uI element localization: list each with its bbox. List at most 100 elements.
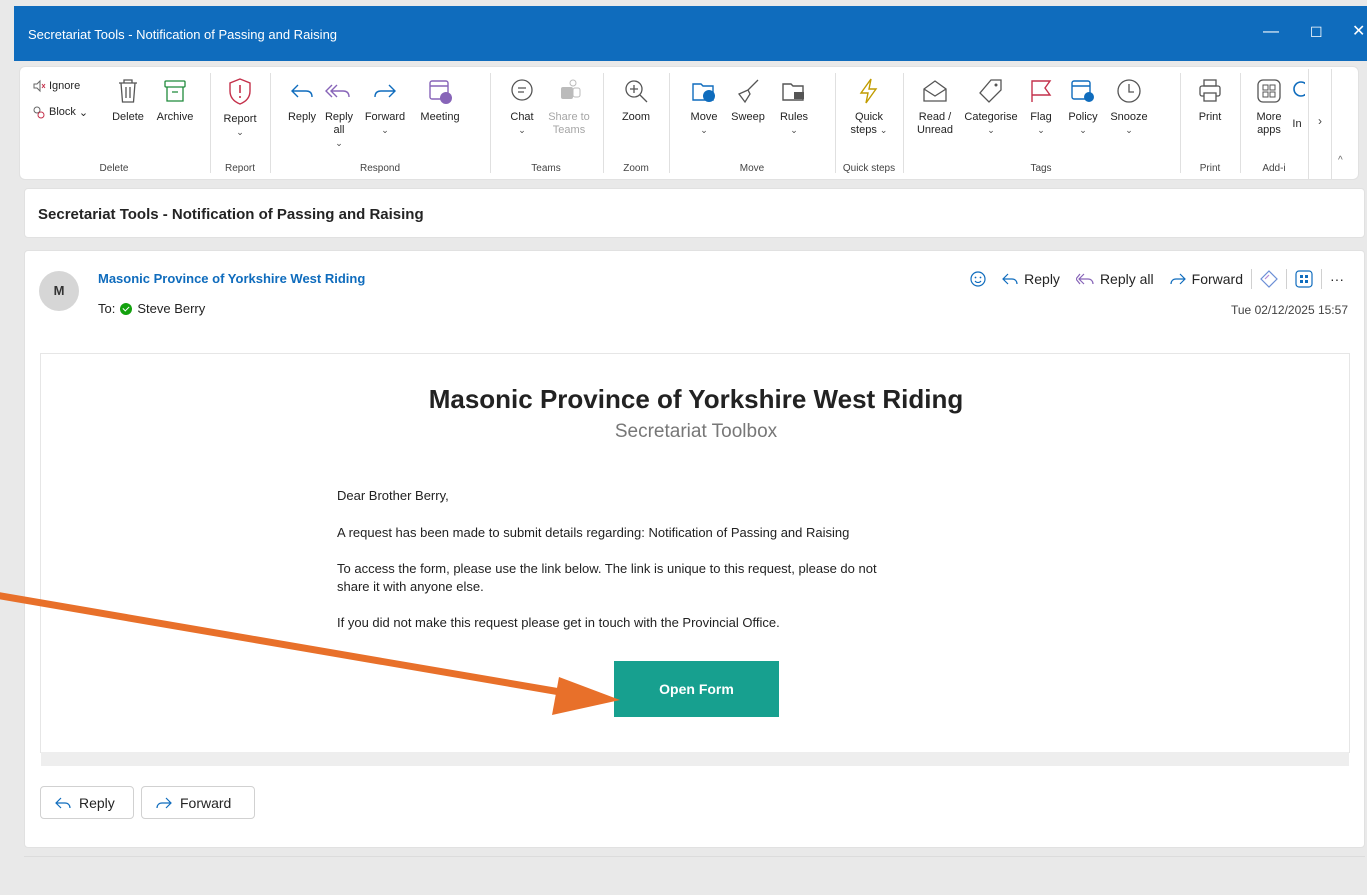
quick-steps-group: Quick steps ⌄ Quick steps [836, 67, 902, 179]
more-actions-button[interactable]: ··· [1322, 271, 1352, 287]
reading-pane: M Masonic Province of Yorkshire West Rid… [24, 250, 1365, 848]
folder-mail-icon [782, 83, 804, 101]
print-button[interactable]: Print [1191, 77, 1229, 124]
more-apps-button[interactable]: More apps [1251, 77, 1287, 137]
apps-grid-icon [1257, 79, 1281, 103]
shield-alert-icon [229, 78, 251, 105]
footer-reply-button[interactable]: Reply [40, 786, 134, 819]
diamond-icon [1260, 270, 1278, 288]
zoom-button[interactable]: Zoom [616, 77, 656, 124]
chevron-right-icon: › [1318, 114, 1322, 128]
printer-icon [1199, 79, 1221, 102]
delete-button[interactable]: Delete [108, 77, 148, 124]
copilot-button[interactable] [1252, 270, 1286, 288]
trash-icon [119, 79, 137, 103]
archive-button[interactable]: Archive [151, 77, 199, 124]
categorise-button[interactable]: Categorise ⌄ [960, 77, 1022, 137]
delete-group: Ignore Block ⌄ Delete Archive Delete [20, 67, 208, 179]
report-group: Report ⌄ Report [211, 67, 269, 179]
share-to-teams-button[interactable]: Share to Teams [543, 77, 595, 137]
emoji-reaction-button[interactable] [962, 271, 994, 287]
flag-icon [1031, 80, 1052, 102]
email-subheading: Secretariat Toolbox [614, 421, 778, 442]
chat-button[interactable]: Chat ⌄ [505, 77, 539, 137]
mute-icon [33, 79, 46, 93]
ribbon-toolbar: Ignore Block ⌄ Delete Archive Delete Rep… [19, 66, 1359, 180]
apps-grid-icon [1295, 270, 1313, 288]
folder-move-icon [692, 83, 715, 102]
envelope-open-icon [923, 80, 947, 102]
recipient-name[interactable]: Steve Berry [137, 301, 205, 316]
horizontal-scrollbar[interactable] [41, 752, 1349, 766]
reply-ribbon-button[interactable]: Reply [285, 77, 319, 124]
minimize-button[interactable]: — [1263, 23, 1279, 41]
chevron-up-icon: ^ [1338, 155, 1343, 166]
policy-icon [1071, 80, 1094, 102]
collapse-ribbon-button[interactable]: ^ [1338, 155, 1343, 166]
email-paragraph-3: If you did not make this request please … [337, 615, 780, 630]
ribbon-scroll-right[interactable]: › [1308, 69, 1332, 179]
title-bar: Secretariat Tools - Notification of Pass… [14, 6, 1367, 61]
apps-button[interactable] [1287, 270, 1321, 288]
message-date: Tue 02/12/2025 15:57 [1231, 303, 1348, 317]
forward-icon [1170, 273, 1186, 285]
teams-icon [561, 79, 581, 99]
footer-forward-button[interactable]: Forward [141, 786, 255, 819]
snooze-button[interactable]: Snooze ⌄ [1106, 77, 1152, 137]
block-icon [33, 106, 45, 119]
addins-group: More apps In Add-i [1241, 67, 1307, 179]
reply-all-icon [325, 84, 350, 98]
zoom-group: Zoom Zoom [604, 67, 668, 179]
print-group: Print Print [1181, 67, 1239, 179]
maximize-button[interactable]: ☐ [1310, 23, 1323, 41]
reply-action-button[interactable]: Reply [994, 271, 1068, 287]
subject-bar: Secretariat Tools - Notification of Pass… [24, 188, 1365, 238]
clock-icon [1117, 79, 1141, 103]
email-paragraph-2b: share it with anyone else. [337, 579, 484, 594]
email-heading: Masonic Province of Yorkshire West Ridin… [428, 384, 964, 414]
window-title: Secretariat Tools - Notification of Pass… [28, 27, 338, 42]
message-actions: Reply Reply all Forward ··· [962, 269, 1352, 289]
read-unread-button[interactable]: Read / Unread [912, 77, 958, 137]
recipient-line: To: Steve Berry [98, 301, 206, 316]
email-body: Masonic Province of Yorkshire West Ridin… [40, 353, 1350, 766]
smiley-icon [970, 271, 986, 287]
reply-icon [55, 797, 71, 808]
tags-group: Read / Unread Categorise ⌄ Flag ⌄ Policy… [904, 67, 1178, 179]
forward-ribbon-button[interactable]: Forward ⌄ [360, 77, 410, 137]
sweep-button[interactable]: Sweep [726, 77, 770, 124]
sender-name[interactable]: Masonic Province of Yorkshire West Ridin… [98, 271, 365, 286]
close-button[interactable]: ✕ [1352, 23, 1365, 41]
reply-all-action-button[interactable]: Reply all [1068, 271, 1162, 287]
ignore-button[interactable]: Ignore [32, 79, 80, 93]
reply-all-ribbon-button[interactable]: Reply all ⌄ [322, 77, 356, 150]
forward-icon [374, 84, 396, 98]
meeting-button[interactable]: Meeting [412, 77, 468, 124]
move-button[interactable]: Move ⌄ [684, 77, 724, 137]
open-form-button[interactable]: Open Form [614, 661, 779, 717]
zoom-in-icon [625, 80, 648, 103]
teams-group: Chat ⌄ Share to Teams Teams [491, 67, 601, 179]
tag-icon [979, 79, 1002, 103]
lightning-icon [859, 78, 878, 104]
archive-icon [164, 80, 186, 102]
presence-available-icon [120, 302, 133, 315]
reply-all-icon [1075, 273, 1094, 285]
quick-steps-button[interactable]: Quick steps ⌄ [846, 77, 892, 137]
rules-button[interactable]: Rules ⌄ [772, 77, 816, 137]
forward-icon [156, 797, 172, 808]
reply-icon [291, 84, 313, 98]
block-button[interactable]: Block ⌄ [32, 105, 88, 119]
reply-icon [1002, 273, 1018, 285]
addin-partial-button[interactable]: In [1289, 77, 1305, 131]
message-subject: Secretariat Tools - Notification of Pass… [38, 206, 424, 223]
avatar[interactable]: M [39, 271, 79, 311]
email-paragraph-2a: To access the form, please use the link … [337, 561, 877, 576]
ellipsis-icon: ··· [1330, 271, 1344, 287]
policy-button[interactable]: Policy ⌄ [1062, 77, 1104, 137]
respond-group: Reply Reply all ⌄ Forward ⌄ Meeting Resp… [271, 67, 489, 179]
forward-action-button[interactable]: Forward [1162, 271, 1251, 287]
report-button[interactable]: Report ⌄ [219, 77, 261, 139]
flag-button[interactable]: Flag ⌄ [1024, 77, 1058, 137]
chat-icon [511, 79, 533, 101]
